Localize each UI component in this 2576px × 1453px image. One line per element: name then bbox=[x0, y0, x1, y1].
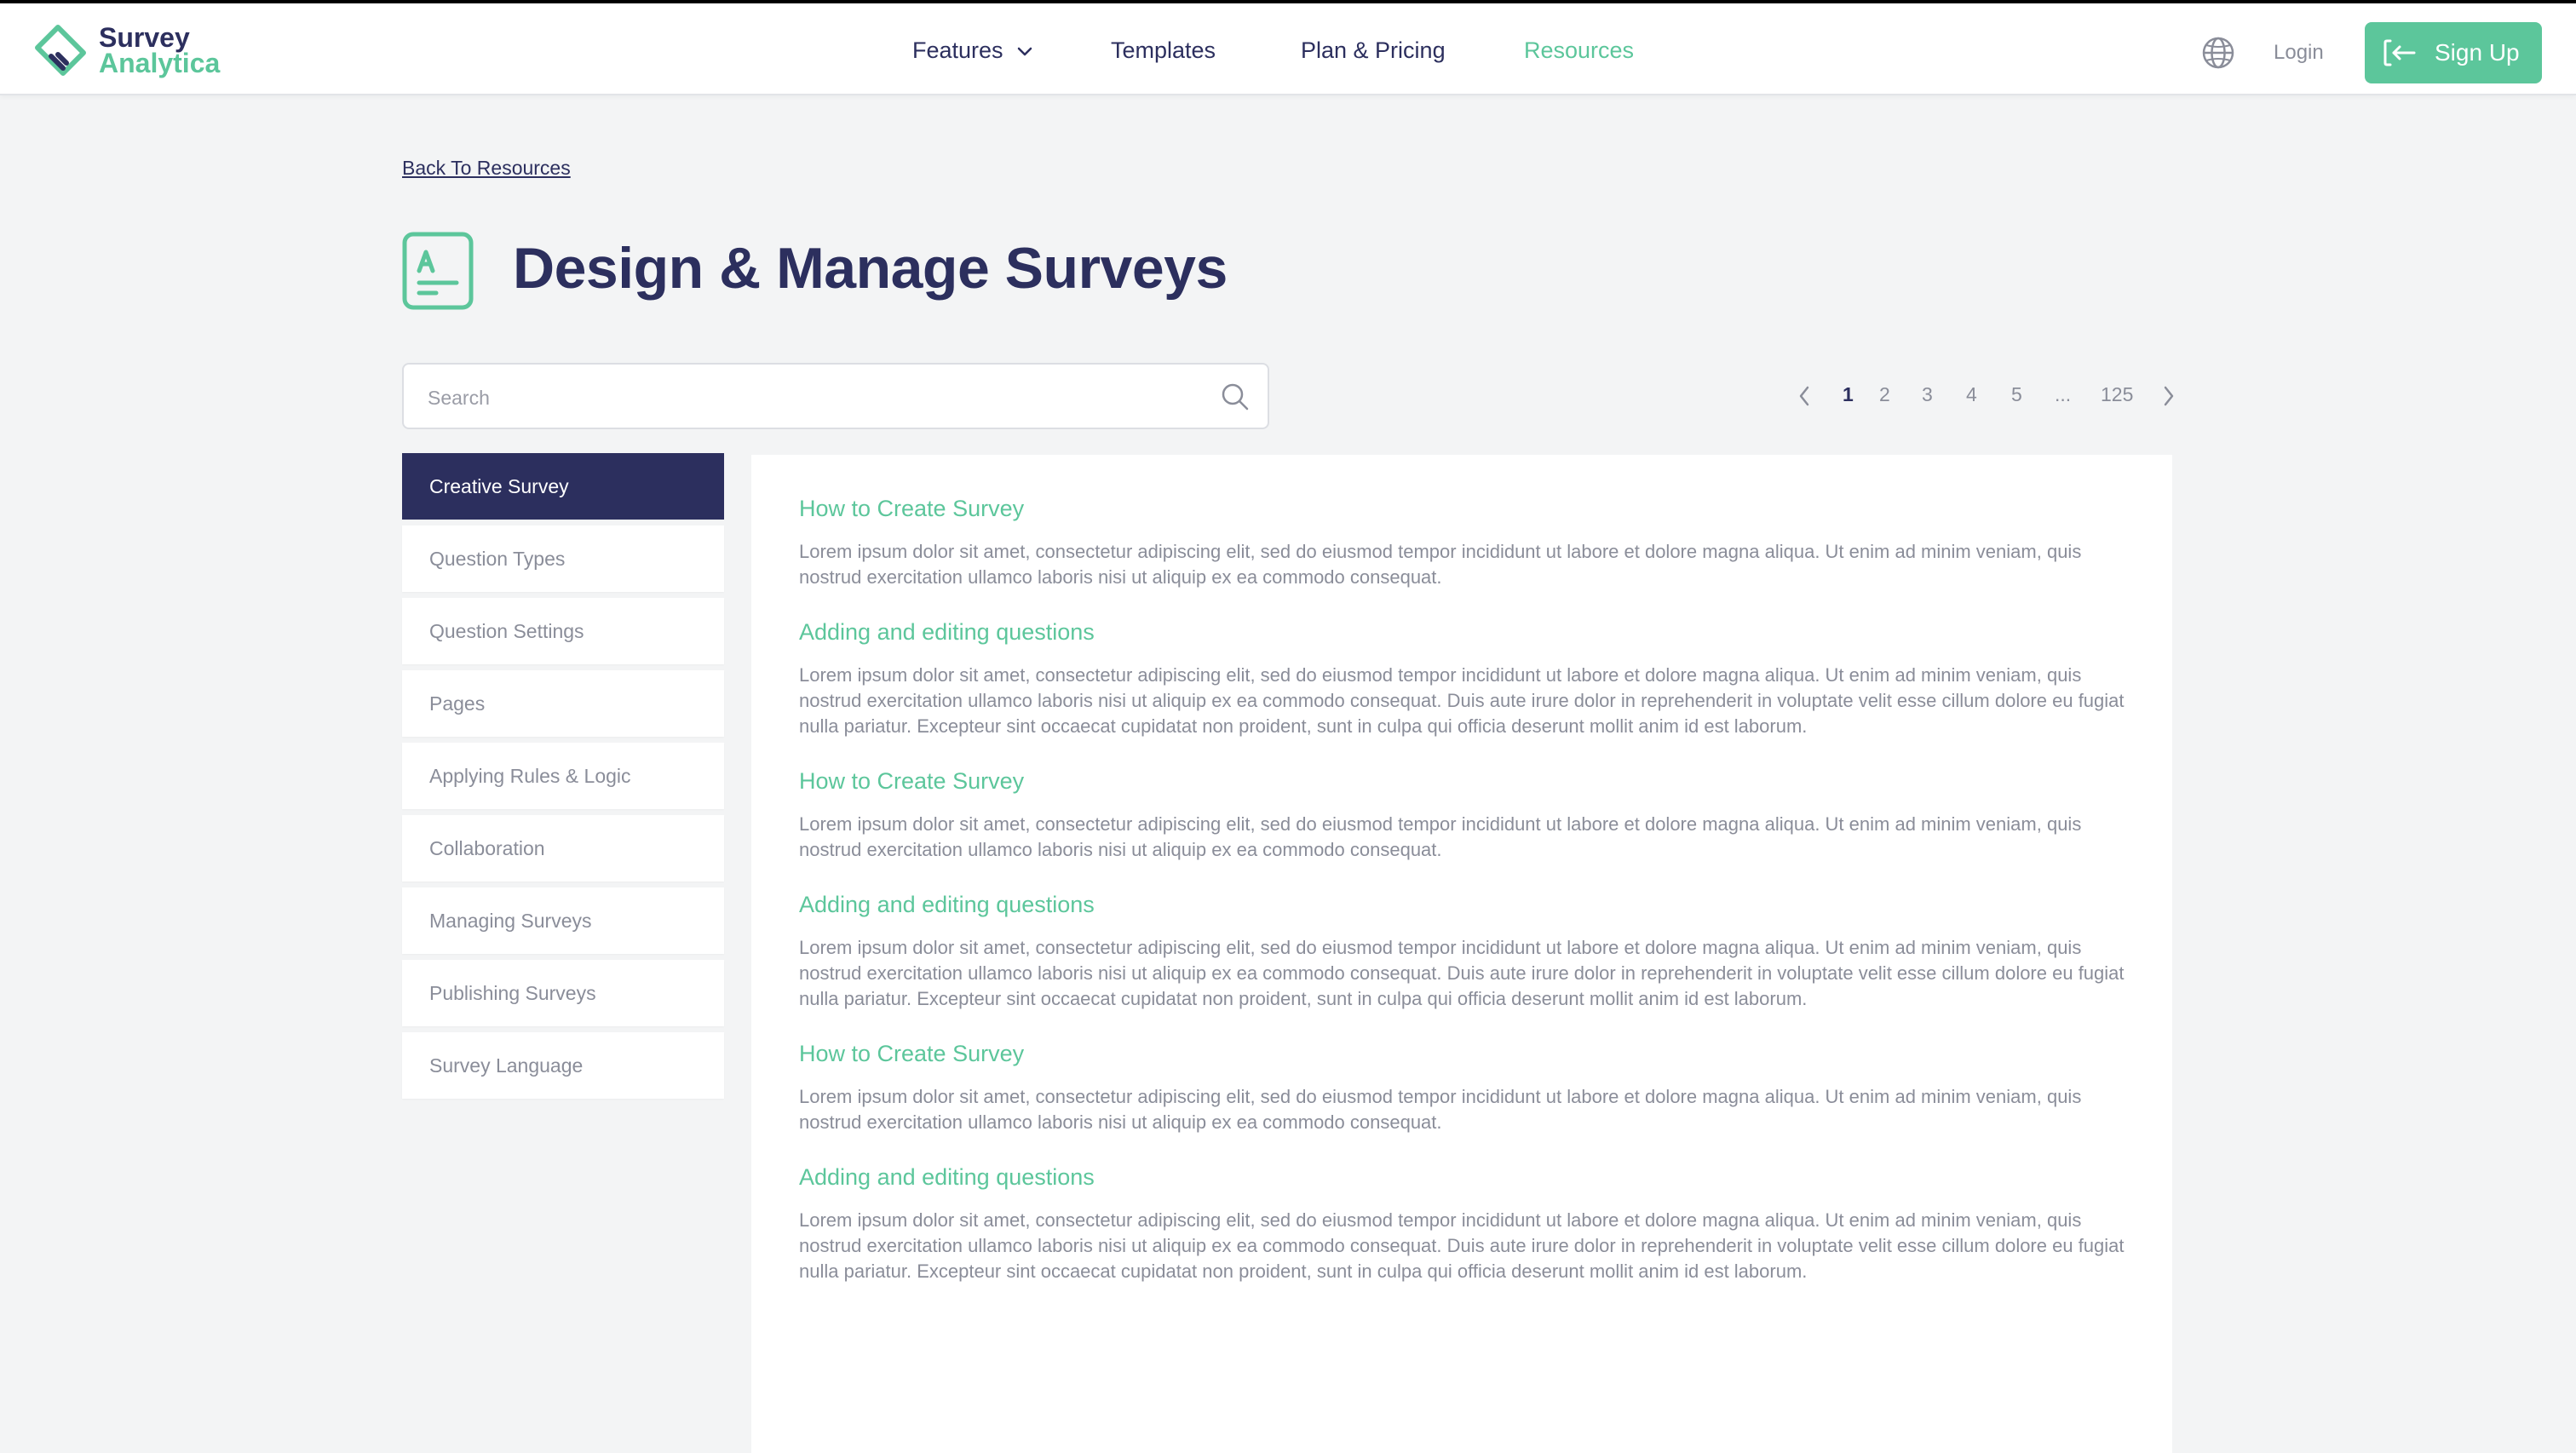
brand-name: Survey Analytica bbox=[99, 22, 221, 78]
article-excerpt: Lorem ipsum dolor sit amet, consectetur … bbox=[799, 937, 2125, 1009]
page-2[interactable]: 2 bbox=[1879, 383, 1890, 406]
article-item: How to Create Survey Lorem ipsum dolor s… bbox=[799, 496, 2125, 590]
globe-icon[interactable] bbox=[2201, 36, 2235, 70]
article-excerpt: Lorem ipsum dolor sit amet, consectetur … bbox=[799, 664, 2125, 737]
brand-line-1: Survey bbox=[99, 22, 190, 53]
sidebar-item-publishing-surveys[interactable]: Publishing Surveys bbox=[402, 960, 724, 1026]
sidebar-item-question-settings[interactable]: Question Settings bbox=[402, 598, 724, 664]
article-title[interactable]: How to Create Survey bbox=[799, 768, 2125, 795]
back-to-resources-link[interactable]: Back To Resources bbox=[402, 157, 571, 180]
sidebar-item-creative-survey[interactable]: Creative Survey bbox=[402, 453, 724, 520]
article-excerpt: Lorem ipsum dolor sit amet, consectetur … bbox=[799, 541, 2082, 588]
article-item: How to Create Survey Lorem ipsum dolor s… bbox=[799, 1041, 2125, 1135]
sidebar-item-rules-logic[interactable]: Applying Rules & Logic bbox=[402, 743, 724, 809]
sidebar-item-survey-language[interactable]: Survey Language bbox=[402, 1032, 724, 1099]
page-3[interactable]: 3 bbox=[1922, 383, 1933, 406]
page-1[interactable]: 1 bbox=[1843, 383, 1854, 406]
article-item: Adding and editing questions Lorem ipsum… bbox=[799, 892, 2125, 1012]
search-icon[interactable] bbox=[1220, 382, 1251, 412]
search-box bbox=[402, 363, 1269, 429]
article-title[interactable]: How to Create Survey bbox=[799, 1041, 2125, 1067]
signup-label: Sign Up bbox=[2435, 39, 2520, 66]
article-item: How to Create Survey Lorem ipsum dolor s… bbox=[799, 768, 2125, 863]
article-title[interactable]: Adding and editing questions bbox=[799, 1164, 2125, 1191]
page-ellipsis: ... bbox=[2055, 383, 2072, 405]
nav-features[interactable]: Features bbox=[912, 37, 1033, 64]
nav-templates[interactable]: Templates bbox=[1111, 37, 1216, 64]
article-excerpt: Lorem ipsum dolor sit amet, consectetur … bbox=[799, 1209, 2125, 1282]
document-icon bbox=[402, 232, 474, 310]
article-list: How to Create Survey Lorem ipsum dolor s… bbox=[751, 455, 2172, 1453]
sidebar-item-pages[interactable]: Pages bbox=[402, 670, 724, 737]
top-navbar: Survey Analytica Features Templates Plan… bbox=[0, 0, 2576, 95]
chevron-right-icon[interactable] bbox=[2162, 385, 2176, 407]
article-excerpt: Lorem ipsum dolor sit amet, consectetur … bbox=[799, 1086, 2082, 1133]
category-sidebar: Creative Survey Question Types Question … bbox=[402, 453, 724, 1105]
sidebar-item-collaboration[interactable]: Collaboration bbox=[402, 815, 724, 882]
nav-pricing[interactable]: Plan & Pricing bbox=[1301, 37, 1446, 64]
article-item: Adding and editing questions Lorem ipsum… bbox=[799, 619, 2125, 739]
page-4[interactable]: 4 bbox=[1966, 383, 1977, 406]
brand-line-2: Analytica bbox=[99, 48, 221, 78]
page-last[interactable]: 125 bbox=[2101, 383, 2133, 406]
login-link[interactable]: Login bbox=[2274, 41, 2324, 65]
nav-features-label: Features bbox=[912, 37, 1003, 63]
page-title: Design & Manage Surveys bbox=[513, 236, 1228, 301]
logo-icon bbox=[35, 25, 86, 76]
article-title[interactable]: How to Create Survey bbox=[799, 496, 2125, 522]
chevron-left-icon[interactable] bbox=[1797, 385, 1811, 407]
page-5[interactable]: 5 bbox=[2011, 383, 2022, 406]
brand-logo[interactable]: Survey Analytica bbox=[32, 22, 220, 78]
sidebar-item-managing-surveys[interactable]: Managing Surveys bbox=[402, 887, 724, 954]
signup-button[interactable]: Sign Up bbox=[2365, 22, 2542, 83]
article-title[interactable]: Adding and editing questions bbox=[799, 619, 2125, 646]
search-input[interactable] bbox=[426, 380, 1179, 416]
article-excerpt: Lorem ipsum dolor sit amet, consectetur … bbox=[799, 813, 2082, 860]
article-item: Adding and editing questions Lorem ipsum… bbox=[799, 1164, 2125, 1284]
chevron-down-icon bbox=[1017, 47, 1032, 56]
nav-resources[interactable]: Resources bbox=[1524, 37, 1634, 64]
sidebar-item-question-types[interactable]: Question Types bbox=[402, 525, 724, 592]
login-arrow-icon bbox=[2383, 39, 2416, 66]
article-title[interactable]: Adding and editing questions bbox=[799, 892, 2125, 918]
